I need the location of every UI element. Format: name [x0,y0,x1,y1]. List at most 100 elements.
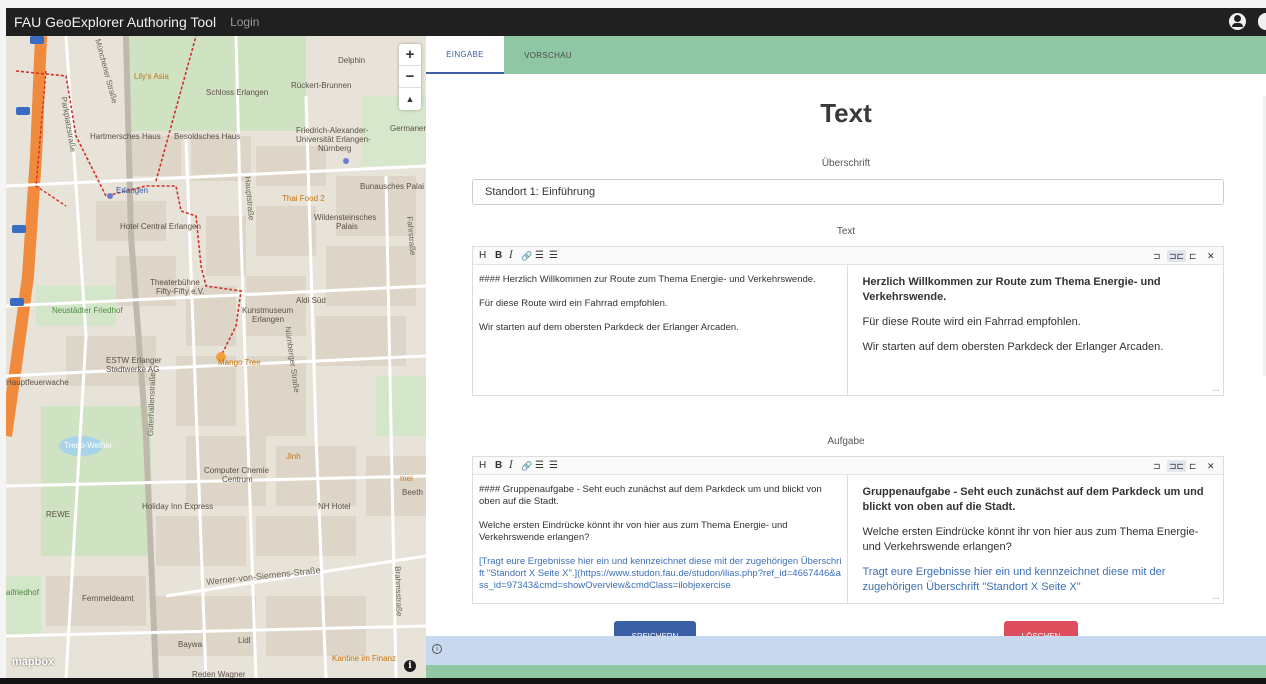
ueberschrift-label: Überschrift [821,158,871,169]
aufgabe-source-line: Welche ersten Eindrücke könnt ihr von hi… [479,520,788,543]
map-place-holiday-inn[interactable]: Holiday Inn Express [142,502,213,511]
link-icon[interactable]: 🔗 [521,250,532,262]
map-attribution-info-icon[interactable]: i [404,660,416,672]
info-icon[interactable]: i [432,644,442,654]
text-source-line: Für diese Route wird ein Fahrrad empfohl… [479,298,668,309]
map-place-hauptfeuerwache[interactable]: Hauptfeuerwache [6,378,69,387]
map-place-lidl[interactable]: Lidl [238,636,250,645]
edit-mode-icon[interactable]: ⊐ [1153,250,1161,262]
text-markdown-editor: H B I 🔗 ☰ ☰ ⊐ ⊐⊏ ⊏ ✕ #### Herzlich Willk… [472,246,1224,396]
fullscreen-icon[interactable]: ✕ [1207,460,1215,472]
map-marker-east[interactable] [343,158,349,164]
ueberschrift-input[interactable] [472,179,1224,205]
aufgabe-preview-pane: Gruppenaufgabe - Seht euch zunächst auf … [848,475,1223,603]
map-place-theaterbuehne-1[interactable]: Theaterbühne [150,278,200,287]
map-place-rueckert-brunnen[interactable]: Rückert-Brunnen [291,81,351,90]
map-park-cemetery [6,576,41,636]
fullscreen-icon[interactable]: ✕ [1207,250,1215,262]
text-editor-toolbar: H B I 🔗 ☰ ☰ ⊐ ⊐⊏ ⊏ ✕ [473,247,1223,265]
map-park-schlossgarten [126,36,306,131]
map-place-mango-tree[interactable]: Mango Tree [218,358,261,367]
link-icon[interactable]: 🔗 [521,460,532,472]
map-place-computer-chemie-2: Centrum [222,475,253,484]
bold-icon[interactable]: B [495,250,502,262]
user-account-icon[interactable] [1229,13,1246,30]
app-header: FAU GeoExplorer Authoring Tool Login [6,8,1266,36]
map-place-jinh[interactable]: Jinh [286,452,301,461]
ordered-list-icon[interactable]: ☰ [549,250,558,262]
text-preview-heading: Herzlich Willkommen zur Route zum Thema … [862,276,1161,303]
text-preview-paragraph: Für diese Route wird ein Fahrrad empfohl… [862,316,1081,328]
map-place-bunausches-palais[interactable]: Bunausches Palai [360,182,424,191]
heading-icon[interactable]: H [479,460,486,472]
ordered-list-icon[interactable]: ☰ [549,460,558,472]
bold-icon[interactable]: B [495,460,502,472]
tab-eingabe[interactable]: EINGABE [426,36,504,74]
aufgabe-preview-link[interactable]: Tragt eure Ergebnisse hier ein und kennz… [862,565,1209,595]
map-place-erlangen-station[interactable]: Erlangen [116,186,148,195]
map-place-schloss[interactable]: Schloss Erlangen [206,88,268,97]
screen-frame-bottom [0,678,1266,684]
map-place-lilys-asia[interactable]: Lily's Asia [134,72,169,81]
unordered-list-icon[interactable]: ☰ [535,250,544,262]
italic-icon[interactable]: I [509,460,513,472]
map-place-estw-1[interactable]: ESTW Erlanger [106,356,162,365]
map-place-fau-2: Universität Erlangen- [296,135,371,144]
map-place-baywa[interactable]: Baywa [178,640,202,649]
page-title: Text [820,98,872,128]
map-place-wildensteinsches-2: Palais [336,222,358,231]
aufgabe-source-textarea[interactable]: #### Gruppenaufgabe - Seht euch zunächst… [473,475,849,603]
text-source-textarea[interactable]: #### Herzlich Willkommen zur Route zum T… [473,265,849,395]
map-place-hartmersches-haus[interactable]: Hartmersches Haus [90,132,161,141]
info-bar: i [426,636,1266,665]
aufgabe-preview-paragraph: Welche ersten Eindrücke könnt ihr von hi… [862,526,1199,553]
split-mode-icon[interactable]: ⊐⊏ [1167,250,1187,262]
zoom-in-button[interactable]: + [399,44,421,66]
preview-mode-icon[interactable]: ⊏ [1189,250,1197,262]
zoom-out-button[interactable]: − [399,66,421,88]
split-mode-icon[interactable]: ⊐⊏ [1167,460,1187,472]
map-place-thai-food[interactable]: Thai Food 2 [282,194,325,203]
map-place-besoldsches-haus[interactable]: Besoldsches Haus [174,132,240,141]
map-place-beeth[interactable]: Beeth [402,488,423,497]
map-marker-station[interactable] [107,193,113,199]
resize-handle-icon[interactable]: ··· [1212,595,1220,603]
map-place-kantine[interactable]: Kantine im Finanz [332,654,396,663]
map-place-nh-hotel[interactable]: NH Hotel [318,502,350,511]
map-place-aldi-sued[interactable]: Aldi Süd [296,296,326,305]
map-place-germaner[interactable]: Germaner [390,124,426,133]
text-source-line: Wir starten auf dem obersten Parkdeck de… [479,322,739,333]
text-label: Text [836,226,856,237]
map-place-weiher[interactable]: Tredo-Weiher [64,441,112,450]
map-place-neustaedter-friedhof[interactable]: Neustädter Friedhof [52,306,123,315]
aufgabe-source-line: [Tragt eure Ergebnisse hier ein und kenn… [479,556,842,591]
login-link[interactable]: Login [230,15,259,29]
map-place-kunstmuseum-1[interactable]: Kunstmuseum [242,306,293,315]
map-place-reden-wagner[interactable]: Reden Wagner [192,670,246,678]
resize-handle-icon[interactable]: ··· [1212,387,1220,395]
compass-button[interactable]: ▲ [399,88,421,110]
map-place-aifriedhof[interactable]: aifriedhof [6,588,39,597]
map-place-theaterbuehne-2: Fifty-Fifty e.V. [156,287,205,296]
map-place-fernmeldeamt[interactable]: Fernmeldeamt [82,594,134,603]
italic-icon[interactable]: I [509,250,513,262]
map-place-mei[interactable]: mei [400,474,413,483]
mapbox-logo[interactable]: mapbox [12,656,54,668]
map-place-wildensteinsches-1[interactable]: Wildensteinsches [314,213,376,222]
map-place-fau-1[interactable]: Friedrich-Alexander- [296,126,368,135]
user-account-icon-secondary[interactable] [1258,13,1266,30]
map-place-delphin[interactable]: Delphin [338,56,365,65]
map-place-computer-chemie-1[interactable]: Computer Chemie [204,466,269,475]
heading-icon[interactable]: H [479,250,486,262]
preview-mode-icon[interactable]: ⊏ [1189,460,1197,472]
tab-vorschau[interactable]: VORSCHAU [504,36,592,74]
aufgabe-markdown-editor: H B I 🔗 ☰ ☰ ⊐ ⊐⊏ ⊏ ✕ #### Gruppenaufgabe… [472,456,1224,604]
edit-mode-icon[interactable]: ⊐ [1153,460,1161,472]
map-view[interactable]: Lily's Asia Delphin Rückert-Brunnen Schl… [6,36,426,678]
unordered-list-icon[interactable]: ☰ [535,460,544,472]
map-zoom-controls: + − ▲ [399,44,421,110]
text-preview-paragraph: Wir starten auf dem obersten Parkdeck de… [862,341,1164,353]
map-place-hotel-central[interactable]: Hotel Central Erlangen [120,222,201,231]
map-place-rewe[interactable]: REWE [46,510,70,519]
screen-frame-top [0,0,1266,8]
